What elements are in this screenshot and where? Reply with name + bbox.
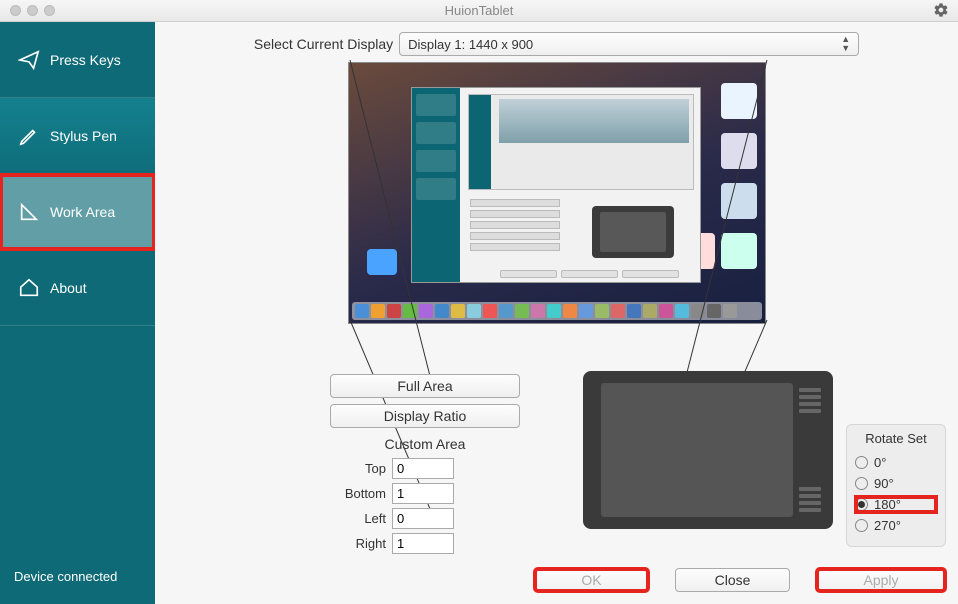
rotate-set-header: Rotate Set: [855, 431, 937, 446]
device-status: Device connected: [0, 549, 155, 604]
rotate-set-panel: Rotate Set 0° 90° 180° 270°: [846, 424, 946, 547]
sidebar-label: Work Area: [50, 204, 115, 220]
sidebar-item-stylus-pen[interactable]: Stylus Pen: [0, 98, 155, 174]
home-icon: [18, 277, 40, 299]
ok-button[interactable]: OK: [534, 568, 649, 592]
nested-preview-window: [411, 87, 701, 283]
display-ratio-button[interactable]: Display Ratio: [330, 404, 520, 428]
top-input[interactable]: [392, 458, 454, 479]
apply-button[interactable]: Apply: [816, 568, 946, 592]
rotate-option-270[interactable]: 270°: [855, 517, 937, 534]
tablet-preview: [583, 371, 833, 529]
rotate-option-90[interactable]: 90°: [855, 475, 937, 492]
tablet-active-area: [601, 383, 793, 517]
full-area-button[interactable]: Full Area: [330, 374, 520, 398]
chevron-updown-icon: ▲▼: [841, 35, 850, 53]
tablet-express-keys-top: [799, 385, 823, 416]
triangle-icon: [18, 201, 40, 223]
left-input[interactable]: [392, 508, 454, 529]
window-titlebar: HuionTablet: [0, 0, 958, 22]
radio-icon: [855, 519, 868, 532]
sidebar-label: Stylus Pen: [50, 128, 117, 144]
left-label: Left: [330, 511, 386, 526]
settings-gear-icon[interactable]: [930, 2, 952, 18]
top-label: Top: [330, 461, 386, 476]
rotate-option-0[interactable]: 0°: [855, 454, 937, 471]
pen-icon: [18, 125, 40, 147]
rotate-option-180[interactable]: 180°: [855, 496, 937, 513]
display-select-value: Display 1: 1440 x 900: [408, 37, 533, 52]
rotate-label: 270°: [874, 518, 901, 533]
radio-icon: [855, 456, 868, 469]
rotate-label: 0°: [874, 455, 886, 470]
radio-icon: [855, 477, 868, 490]
bottom-label: Bottom: [330, 486, 386, 501]
bottom-input[interactable]: [392, 483, 454, 504]
paper-plane-icon: [18, 49, 40, 71]
dialog-buttons: OK Close Apply: [534, 568, 946, 592]
sidebar-label: Press Keys: [50, 52, 121, 68]
dock-preview: [352, 302, 762, 320]
radio-icon: [855, 498, 868, 511]
main-panel: Select Current Display Display 1: 1440 x…: [155, 22, 958, 604]
window-title: HuionTablet: [0, 3, 958, 18]
custom-area-header: Custom Area: [330, 436, 520, 452]
display-select[interactable]: Display 1: 1440 x 900 ▲▼: [399, 32, 859, 56]
right-input[interactable]: [392, 533, 454, 554]
right-label: Right: [330, 536, 386, 551]
sidebar-item-work-area[interactable]: Work Area: [0, 174, 155, 250]
area-panel: Full Area Display Ratio Custom Area Top …: [330, 374, 520, 558]
display-preview: [348, 62, 766, 324]
sidebar-item-about[interactable]: About: [0, 250, 155, 326]
rotate-label: 90°: [874, 476, 894, 491]
rotate-label: 180°: [874, 497, 901, 512]
sidebar-label: About: [50, 280, 87, 296]
sidebar: Press Keys Stylus Pen Work Area About De…: [0, 22, 155, 604]
sidebar-item-press-keys[interactable]: Press Keys: [0, 22, 155, 98]
close-button[interactable]: Close: [675, 568, 790, 592]
tablet-express-keys-bottom: [799, 484, 823, 515]
display-select-label: Select Current Display: [254, 36, 393, 52]
